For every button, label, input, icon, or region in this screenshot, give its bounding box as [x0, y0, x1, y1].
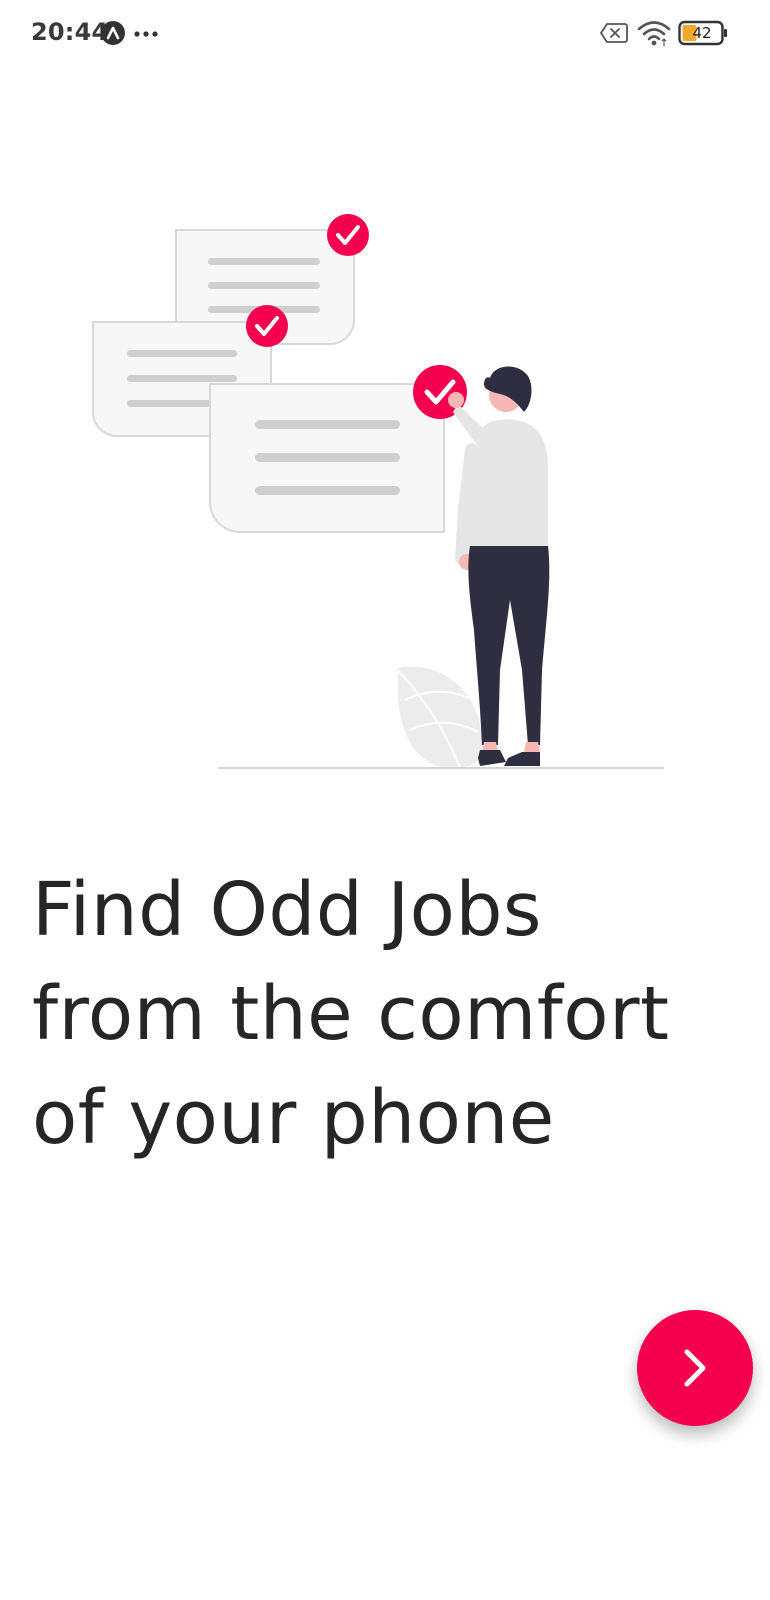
- check-badge-left-icon: [246, 305, 288, 347]
- chevron-right-icon: [684, 1349, 706, 1387]
- headline-line-3: of your phone: [32, 1075, 555, 1161]
- wifi-icon: [637, 21, 671, 46]
- next-button[interactable]: [637, 1310, 753, 1426]
- plant-leaf-icon: [397, 666, 483, 769]
- headline-line-2: from the comfort: [32, 971, 670, 1057]
- battery-level: 42: [692, 24, 712, 42]
- onboarding-headline: Find Odd Jobs from the comfort of your p…: [32, 858, 732, 1170]
- check-badge-top-icon: [327, 214, 369, 256]
- app-icon: [101, 21, 125, 45]
- document-card-main: [209, 383, 445, 533]
- status-bar: 20:44 42: [0, 0, 770, 68]
- status-time: 20:44: [31, 18, 109, 46]
- headline-line-1: Find Odd Jobs: [32, 867, 542, 953]
- more-dots-icon: [134, 31, 158, 37]
- onboarding-illustration: [92, 214, 664, 769]
- no-sim-icon: [600, 23, 628, 43]
